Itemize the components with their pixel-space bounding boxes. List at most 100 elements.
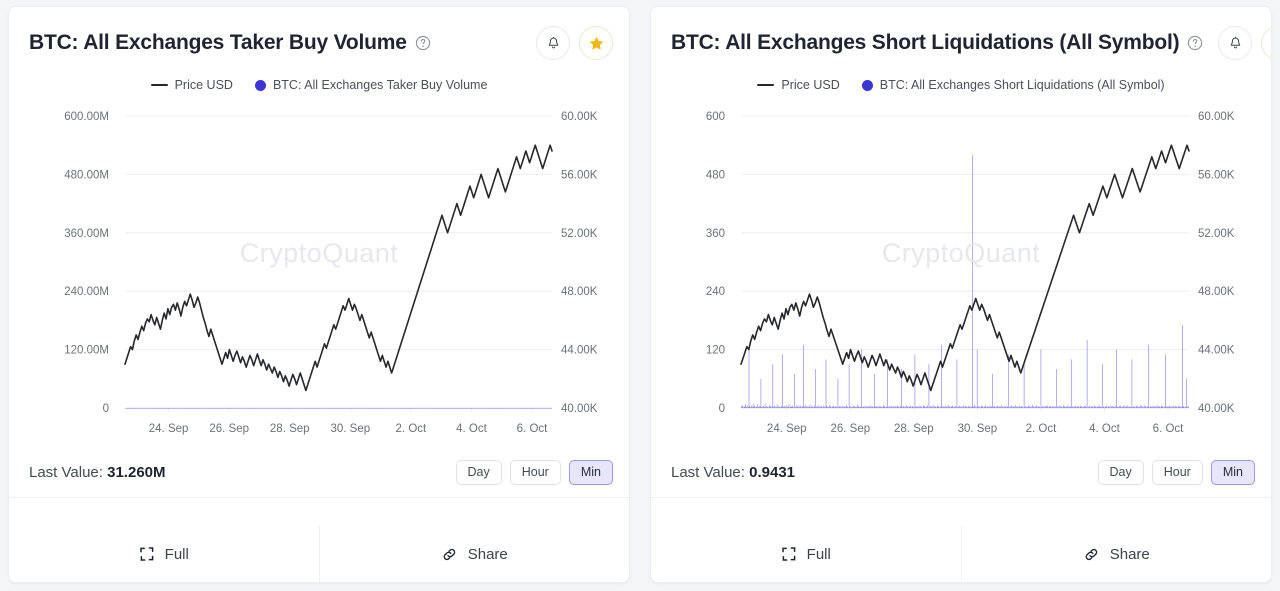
svg-text:52.00K: 52.00K: [561, 228, 598, 240]
svg-text:24. Sep: 24. Sep: [149, 423, 189, 435]
last-value: Last Value: 0.9431: [671, 464, 795, 481]
svg-text:48.00K: 48.00K: [561, 286, 598, 298]
chart-svg: 0 40.00K 120.00M 44.00K 240.00M 48.00K 360.00M…: [11, 98, 630, 450]
share-button[interactable]: Share: [319, 526, 630, 582]
chart-legend: Price USD BTC: All Exchanges Short Liqui…: [651, 69, 1271, 98]
star-icon: [588, 35, 605, 52]
svg-text:4. Oct: 4. Oct: [456, 423, 487, 435]
svg-text:48.00K: 48.00K: [1198, 286, 1235, 298]
fullscreen-icon: [781, 546, 797, 562]
svg-text:28. Sep: 28. Sep: [894, 423, 934, 435]
svg-text:240.00M: 240.00M: [64, 286, 109, 298]
svg-text:60.00K: 60.00K: [561, 111, 598, 123]
legend-item-price[interactable]: Price USD: [757, 78, 839, 92]
svg-text:26. Sep: 26. Sep: [830, 423, 870, 435]
question-circle-icon[interactable]: [415, 35, 431, 51]
card-footer: Full Share: [651, 526, 1271, 582]
svg-text:6. Oct: 6. Oct: [517, 423, 548, 435]
timeframe-day-button[interactable]: Day: [1098, 460, 1144, 485]
page-title: BTC: All Exchanges Taker Buy Volume: [29, 31, 407, 55]
bell-icon: [546, 36, 561, 51]
svg-text:44.00K: 44.00K: [561, 345, 598, 357]
svg-text:28. Sep: 28. Sep: [270, 423, 310, 435]
chart-legend: Price USD BTC: All Exchanges Taker Buy V…: [9, 69, 629, 98]
dashboard: BTC: All Exchanges Taker Buy Volume: [0, 0, 1280, 591]
chart-card-taker-buy-volume: BTC: All Exchanges Taker Buy Volume: [8, 6, 630, 583]
link-icon: [1083, 546, 1100, 563]
line-marker-icon: [151, 84, 168, 86]
share-label: Share: [1110, 546, 1150, 563]
value-row: Last Value: 31.260M Day Hour Min: [9, 450, 629, 498]
line-marker-icon: [757, 84, 774, 86]
svg-text:52.00K: 52.00K: [1198, 228, 1235, 240]
bell-icon-button[interactable]: [1218, 26, 1252, 60]
chart-card-short-liquidations: BTC: All Exchanges Short Liquidations (A…: [650, 6, 1272, 583]
timeframe-hour-button[interactable]: Hour: [1152, 460, 1203, 485]
full-screen-label: Full: [807, 546, 831, 563]
svg-text:40.00K: 40.00K: [1198, 403, 1235, 415]
favorite-button[interactable]: [1261, 26, 1272, 60]
full-screen-button[interactable]: Full: [9, 526, 319, 582]
timeframe-min-button[interactable]: Min: [1211, 460, 1255, 485]
value-row: Last Value: 0.9431 Day Hour Min: [651, 450, 1271, 498]
card-header: BTC: All Exchanges Short Liquidations (A…: [651, 7, 1271, 69]
share-button[interactable]: Share: [961, 526, 1272, 582]
question-circle-icon[interactable]: [1187, 35, 1203, 51]
svg-text:480: 480: [706, 169, 725, 181]
card-footer: Full Share: [9, 526, 629, 582]
last-value-number: 31.260M: [107, 464, 165, 481]
legend-label-metric: BTC: All Exchanges Short Liquidations (A…: [880, 78, 1165, 92]
bell-icon-button[interactable]: [536, 26, 570, 60]
svg-text:30. Sep: 30. Sep: [958, 423, 998, 435]
svg-text:2. Oct: 2. Oct: [1026, 423, 1057, 435]
full-screen-label: Full: [165, 546, 189, 563]
svg-text:30. Sep: 30. Sep: [330, 423, 370, 435]
svg-text:600: 600: [706, 111, 725, 123]
bell-icon: [1228, 36, 1243, 51]
chart-plot-area[interactable]: CryptoQuant 040.00K12044.00K24048.00K360…: [653, 98, 1269, 450]
svg-text:240: 240: [706, 286, 725, 298]
svg-text:24. Sep: 24. Sep: [767, 423, 807, 435]
page-title: BTC: All Exchanges Short Liquidations (A…: [671, 31, 1179, 55]
last-value-number: 0.9431: [749, 464, 795, 481]
svg-text:0: 0: [103, 403, 109, 415]
dot-marker-icon: [255, 80, 266, 91]
svg-text:480.00M: 480.00M: [64, 169, 109, 181]
last-value: Last Value: 31.260M: [29, 464, 166, 481]
full-screen-button[interactable]: Full: [651, 526, 961, 582]
legend-label-price: Price USD: [175, 78, 233, 92]
svg-text:26. Sep: 26. Sep: [209, 423, 249, 435]
timeframe-group: Day Hour Min: [456, 460, 613, 485]
favorite-button[interactable]: [579, 26, 613, 60]
chart-plot-area[interactable]: CryptoQuant 040.00K120.00M44.00K240.00M4…: [11, 98, 627, 450]
svg-text:360.00M: 360.00M: [64, 228, 109, 240]
svg-text:360: 360: [706, 228, 725, 240]
timeframe-hour-button[interactable]: Hour: [510, 460, 561, 485]
fullscreen-icon: [139, 546, 155, 562]
timeframe-group: Day Hour Min: [1098, 460, 1255, 485]
timeframe-min-button[interactable]: Min: [569, 460, 613, 485]
star-icon: [1270, 35, 1272, 52]
svg-text:120.00M: 120.00M: [64, 345, 109, 357]
legend-item-metric[interactable]: BTC: All Exchanges Short Liquidations (A…: [862, 78, 1165, 92]
card-header: BTC: All Exchanges Taker Buy Volume: [9, 7, 629, 69]
svg-text:2. Oct: 2. Oct: [396, 423, 427, 435]
svg-text:40.00K: 40.00K: [561, 403, 598, 415]
legend-item-price[interactable]: Price USD: [151, 78, 233, 92]
svg-text:600.00M: 600.00M: [64, 111, 109, 123]
share-label: Share: [468, 546, 508, 563]
svg-text:56.00K: 56.00K: [561, 169, 598, 181]
svg-text:56.00K: 56.00K: [1198, 169, 1235, 181]
legend-item-metric[interactable]: BTC: All Exchanges Taker Buy Volume: [255, 78, 487, 92]
timeframe-day-button[interactable]: Day: [456, 460, 502, 485]
svg-text:4. Oct: 4. Oct: [1089, 423, 1120, 435]
svg-text:120: 120: [706, 345, 725, 357]
svg-text:6. Oct: 6. Oct: [1153, 423, 1184, 435]
chart-svg: 040.00K12044.00K24048.00K36052.00K48056.…: [653, 98, 1272, 450]
dot-marker-icon: [862, 80, 873, 91]
last-value-label: Last Value:: [29, 464, 103, 481]
legend-label-metric: BTC: All Exchanges Taker Buy Volume: [273, 78, 487, 92]
legend-label-price: Price USD: [781, 78, 839, 92]
last-value-label: Last Value:: [671, 464, 745, 481]
svg-text:60.00K: 60.00K: [1198, 111, 1235, 123]
